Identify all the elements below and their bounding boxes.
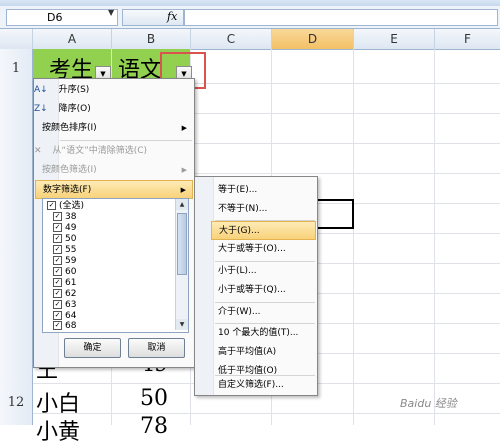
checkbox-checked-icon[interactable]: ✓: [53, 223, 62, 232]
sort-descending-item[interactable]: Z↓ 降序(O): [34, 100, 193, 119]
checkbox-checked-icon[interactable]: ✓: [53, 212, 62, 221]
scroll-thumb[interactable]: [177, 213, 187, 275]
filter-less-equal-item[interactable]: 小于或等于(Q)...: [211, 281, 316, 300]
value-checkbox-row[interactable]: ✓ 49: [53, 223, 76, 234]
chevron-down-icon[interactable]: ▼: [108, 8, 114, 17]
cell-a13-text: 小黄: [36, 420, 81, 445]
filter-top-10-item[interactable]: 10 个最大的值(T)...: [211, 324, 316, 343]
filter-between-item[interactable]: 介于(W)...: [211, 303, 316, 322]
value-checkbox-row[interactable]: ✓ 55: [53, 245, 76, 256]
number-filter-item[interactable]: 数字筛选(F) ▶: [35, 180, 193, 199]
column-header-c[interactable]: C: [191, 29, 272, 49]
column-header-f[interactable]: F: [435, 29, 500, 49]
checkbox-checked-icon[interactable]: ✓: [53, 300, 62, 309]
checkbox-checked-icon[interactable]: ✓: [53, 256, 62, 265]
clear-filter-item[interactable]: ✕ 从“语文”中清除筛选(C): [34, 142, 193, 161]
filter-not-equals-item[interactable]: 不等于(N)...: [211, 200, 316, 219]
value-checkbox-row[interactable]: ✓ 63: [53, 300, 76, 311]
submenu-arrow-icon: ▶: [181, 166, 187, 174]
filter-equals-item[interactable]: 等于(E)...: [211, 181, 316, 200]
formula-bar: D6 ▼ fx: [0, 6, 500, 29]
scroll-down-icon[interactable]: ▼: [176, 319, 188, 330]
sort-ascending-icon: A↓: [34, 85, 48, 95]
value-checkbox-row[interactable]: ✓ 60: [53, 267, 76, 278]
name-box[interactable]: D6: [6, 9, 118, 26]
sort-by-color-item[interactable]: 按颜色排序(I) ▶: [35, 119, 193, 138]
value-checkbox-row[interactable]: ✓ 59: [53, 256, 76, 267]
row-header-column: 1 12: [0, 49, 33, 425]
fx-icon[interactable]: fx: [167, 10, 177, 23]
cancel-button[interactable]: 取消: [128, 338, 185, 358]
column-header-row: A B C D E F: [0, 29, 500, 50]
column-header-b[interactable]: B: [112, 29, 191, 49]
value-checkbox-row[interactable]: ✓ 62: [53, 289, 76, 300]
column-header-e[interactable]: E: [354, 29, 435, 49]
list-scrollbar[interactable]: ▲ ▼: [175, 199, 188, 330]
formula-input[interactable]: [184, 9, 498, 26]
sort-descending-icon: Z↓: [34, 104, 48, 114]
column-header-a[interactable]: A: [33, 29, 112, 49]
row-header-12[interactable]: 12: [0, 395, 32, 410]
watermark: Baidu 经验: [400, 397, 457, 410]
checkbox-checked-icon[interactable]: ✓: [53, 321, 62, 330]
cell-b13-text: 78: [140, 414, 168, 439]
checkbox-checked-icon[interactable]: ✓: [53, 289, 62, 298]
value-checkbox-row[interactable]: ✓ 68: [53, 321, 76, 332]
value-checkbox-row[interactable]: ✓ (全选): [47, 201, 84, 212]
filter-custom-item[interactable]: 自定义筛选(F)...: [211, 376, 316, 395]
filter-by-color-item[interactable]: 按颜色筛选(I) ▶: [35, 161, 193, 180]
filter-less-than-item[interactable]: 小于(L)...: [211, 262, 316, 281]
checkbox-checked-icon[interactable]: ✓: [53, 278, 62, 287]
insert-function-area[interactable]: fx: [122, 9, 184, 26]
clear-filter-icon: ✕: [34, 146, 42, 156]
filter-values-list[interactable]: ✓ (全选) ✓ 38 ✓ 49 ✓ 50 ✓ 55 ✓ 59 ✓ 60 ✓ 61 ✓ 62 ✓ 6…: [42, 198, 189, 333]
scroll-up-icon[interactable]: ▲: [176, 199, 188, 210]
number-filter-submenu: 等于(E)... 不等于(N)... 大于(G)... 大于或等于(O)... …: [194, 176, 318, 396]
sort-ascending-item[interactable]: A↓ 升序(S): [34, 81, 193, 100]
value-checkbox-row[interactable]: ✓ 50: [53, 234, 76, 245]
row-header-1[interactable]: 1: [0, 61, 32, 76]
filter-greater-than-item[interactable]: 大于(G)...: [211, 221, 316, 240]
checkbox-checked-icon[interactable]: ✓: [53, 267, 62, 276]
checkbox-checked-icon[interactable]: ✓: [47, 201, 56, 210]
checkbox-checked-icon[interactable]: ✓: [53, 311, 62, 320]
selected-cell-d6[interactable]: [316, 199, 354, 229]
checkbox-checked-icon[interactable]: ✓: [53, 234, 62, 243]
ok-button[interactable]: 确定: [64, 338, 121, 358]
value-checkbox-row[interactable]: ✓ 38: [53, 212, 76, 223]
submenu-arrow-icon: ▶: [181, 124, 187, 132]
select-all-corner[interactable]: [0, 29, 33, 49]
filter-greater-equal-item[interactable]: 大于或等于(O)...: [211, 240, 316, 259]
filter-above-average-item[interactable]: 高于平均值(A): [211, 343, 316, 362]
column-header-d[interactable]: D: [272, 29, 354, 49]
checkbox-checked-icon[interactable]: ✓: [53, 245, 62, 254]
value-checkbox-row[interactable]: ✓ 61: [53, 278, 76, 289]
cell-b12-text: 50: [140, 386, 168, 411]
